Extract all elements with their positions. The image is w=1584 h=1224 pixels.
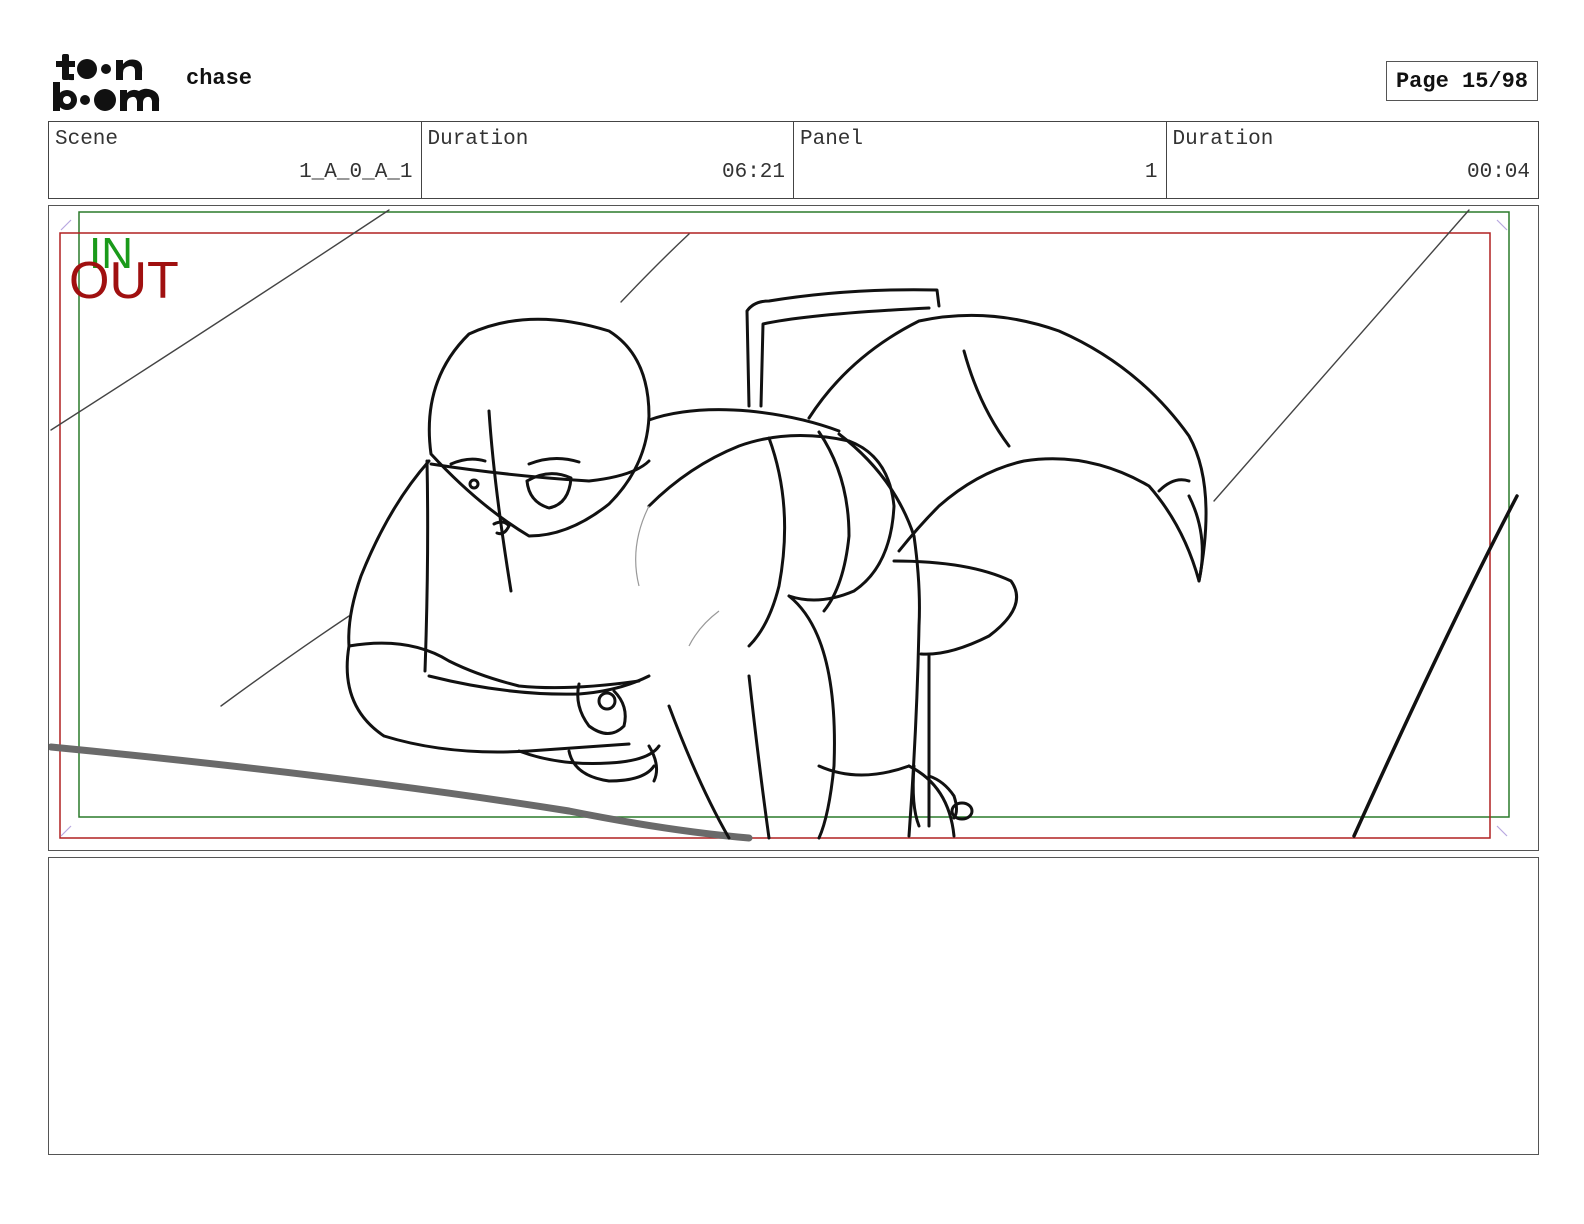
- scene-label: Scene: [55, 128, 119, 151]
- project-title: chase: [186, 66, 253, 91]
- safe-frame-out: [59, 232, 1491, 839]
- info-table: Scene 1_A_0_A_1 Duration 06:21 Panel 1 D…: [48, 121, 1539, 199]
- page-indicator: Page 15/98: [1386, 61, 1538, 101]
- scene-duration-label: Duration: [427, 128, 529, 151]
- storyboard-panel: IN OUT: [48, 205, 1539, 851]
- panel-duration-cell: Duration 00:04: [1165, 122, 1539, 198]
- scene-cell: Scene 1_A_0_A_1: [49, 122, 421, 198]
- construction-lines: [635, 505, 720, 647]
- scene-duration-value: 06:21: [721, 161, 785, 184]
- character-sketch: [345, 288, 1208, 840]
- panel-sketch: IN OUT: [49, 209, 1519, 842]
- panel-value: 1: [1144, 161, 1158, 184]
- panel-label: Panel: [800, 128, 864, 151]
- safe-frame-in: [78, 211, 1510, 818]
- toon-boom-logo: [50, 50, 165, 114]
- out-label: OUT: [69, 252, 179, 310]
- scene-value: 1_A_0_A_1: [299, 161, 413, 184]
- panel-duration-label: Duration: [1172, 128, 1274, 151]
- scene-duration-cell: Duration 06:21: [420, 122, 794, 198]
- right-edge-line: [1352, 494, 1519, 838]
- panel-cell: Panel 1: [793, 122, 1166, 198]
- floor-shadow-line: [49, 743, 753, 842]
- notes-box: [48, 857, 1539, 1155]
- panel-duration-value: 00:04: [1466, 161, 1530, 184]
